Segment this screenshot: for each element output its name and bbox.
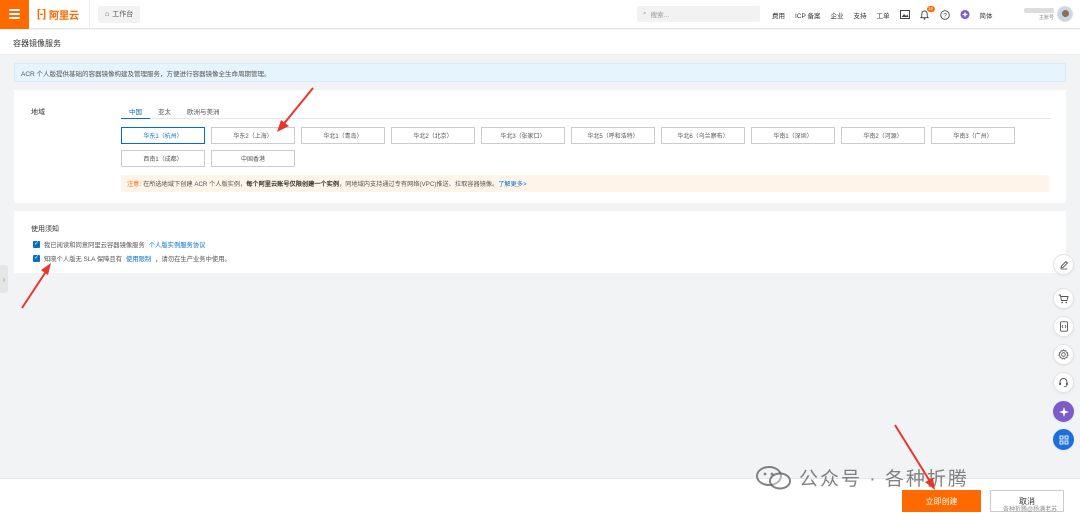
customer-service-icon[interactable]: [1053, 372, 1074, 393]
info-banner-text: ACR 个人版提供基础的容器镜像构建及管理服务，方便进行容器镜像全生命周期管理。: [21, 70, 271, 78]
region-options: 华东1（杭州） 华东2（上海） 华北1（青岛） 华北2（北京） 华北3（张家口）…: [121, 127, 1056, 167]
region-option-hangzhou[interactable]: 华东1（杭州）: [121, 127, 205, 144]
region-section: 地域 中国 亚太 欧洲与美洲 华东1（杭州） 华东2（上海） 华北1（青岛） 华…: [14, 90, 1066, 203]
watermark: 公众号 · 各种折腾: [755, 464, 969, 491]
create-now-button[interactable]: 立即创建: [902, 490, 981, 512]
region-note: 注意: 在所选地域下创建 ACR 个人版实例， 每个阿里云账号仅限创建一个实例 …: [121, 175, 1049, 192]
image-icon[interactable]: [899, 10, 910, 20]
edit-icon[interactable]: [1053, 254, 1074, 275]
region-option-qingdao[interactable]: 华北1（青岛）: [301, 127, 385, 144]
watermark-text: 公众号 · 各种折腾: [799, 469, 969, 490]
note-bold: 每个阿里云账号仅限创建一个实例: [246, 181, 340, 188]
sidebar-expand-icon[interactable]: ›: [0, 265, 8, 293]
page-header: 容器镜像服务: [0, 30, 1080, 55]
region-label: 地域: [31, 109, 45, 116]
agreement-link[interactable]: 个人版实例服务协议: [149, 240, 206, 249]
workbench-label: 工作台: [112, 11, 134, 18]
region-option-shenzhen[interactable]: 华南1（深圳）: [751, 127, 835, 144]
region-option-wulanchabu[interactable]: 华北6（乌兰察布）: [661, 127, 745, 144]
sla-text-suffix: ，请勿在生产业务中使用。: [155, 256, 231, 263]
region-option-shanghai[interactable]: 华东2（上海）: [211, 127, 295, 144]
notification-badge: 19: [926, 5, 935, 12]
notice-title: 使用须知: [31, 226, 59, 233]
region-tabs: 中国 亚太 欧洲与美洲: [121, 103, 1051, 119]
tab-china[interactable]: 中国: [121, 103, 150, 119]
agreement-checkbox[interactable]: ✓: [33, 241, 40, 248]
agreement-text: 我已阅读和同意阿里云容器镜像服务: [44, 242, 145, 249]
arrow-to-sla-checkbox: [21, 269, 48, 309]
agreement-checkbox-row[interactable]: ✓ 我已阅读和同意阿里云容器镜像服务 个人版实例服务协议: [33, 240, 205, 249]
aliyun-logo[interactable]: [-] 阿里云: [37, 0, 90, 29]
region-option-huhehaote[interactable]: 华北5（呼和浩特）: [571, 127, 655, 144]
info-banner: ACR 个人版提供基础的容器镜像构建及管理服务，方便进行容器镜像全生命周期管理。: [14, 63, 1066, 82]
cart-icon[interactable]: [1053, 288, 1074, 309]
sla-checkbox-row[interactable]: ✓ 知晓个人版无 SLA 保障且有 使用限制 ，请勿在生产业务中使用。: [33, 254, 231, 263]
help-icon[interactable]: ?: [939, 9, 950, 20]
search-placeholder: 搜索...: [650, 12, 670, 19]
search-input[interactable]: ⌕ 搜索...: [637, 6, 760, 22]
tab-europe-americas[interactable]: 欧洲与美洲: [179, 103, 228, 119]
avatar[interactable]: [1057, 6, 1073, 22]
logo-mark-icon: [-]: [37, 8, 46, 20]
nav-link-icp[interactable]: ICP 备案: [795, 10, 821, 20]
settings-icon[interactable]: [1053, 344, 1074, 365]
menu-icon[interactable]: [0, 0, 29, 29]
ai-assistant-float-icon[interactable]: [1053, 401, 1074, 422]
note-prefix: 注意:: [127, 181, 142, 188]
account-role: 主账号: [1038, 15, 1054, 21]
region-option-guangzhou[interactable]: 华南3（广州）: [931, 127, 1015, 144]
nav-link-support[interactable]: 支持: [854, 10, 867, 20]
note-text-1: 在所选地域下创建 ACR 个人版实例，: [143, 181, 247, 188]
tab-asia-pacific[interactable]: 亚太: [150, 103, 179, 119]
region-option-hongkong[interactable]: 中国香港: [211, 150, 295, 167]
account-name-blurred: [1024, 8, 1054, 13]
watermark-subtext: 各种折腾@杨满老苏: [1003, 507, 1058, 513]
search-icon: ⌕: [643, 10, 647, 17]
language-switch[interactable]: 简体: [980, 10, 993, 20]
nav-link-enterprise[interactable]: 企业: [831, 10, 844, 20]
sla-text-prefix: 知晓个人版无 SLA 保障且有: [44, 256, 123, 263]
page-title: 容器镜像服务: [13, 39, 61, 48]
nav-link-ticket[interactable]: 工单: [877, 10, 890, 20]
note-text-2: ，同地域内支持通过专有网络(VPC)推送、拉取容器镜像。: [339, 181, 499, 188]
account-info[interactable]: 主账号: [1020, 5, 1054, 25]
top-nav-links: 费用 ICP 备案 企业 支持 工单 19 ? 简体: [772, 0, 993, 29]
wechat-logo-icon: [755, 465, 793, 491]
region-option-zhangjiakou[interactable]: 华北3（张家口）: [481, 127, 565, 144]
region-option-chengdu[interactable]: 西南1（成都）: [121, 150, 205, 167]
logo-text: 阿里云: [49, 10, 79, 22]
code-document-icon[interactable]: [1053, 316, 1074, 337]
bell-icon[interactable]: 19: [920, 5, 935, 20]
learn-more-link[interactable]: 了解更多>: [498, 179, 526, 188]
usage-limit-link[interactable]: 使用限制: [126, 254, 151, 263]
workbench-button[interactable]: ⌂ 工作台: [98, 5, 141, 23]
home-icon: ⌂: [105, 10, 110, 18]
region-option-beijing[interactable]: 华北2（北京）: [391, 127, 475, 144]
sla-checkbox[interactable]: ✓: [33, 255, 40, 262]
ai-assistant-icon[interactable]: [959, 9, 970, 20]
svg-text:?: ?: [943, 12, 947, 19]
nav-link-billing[interactable]: 费用: [772, 10, 785, 20]
apps-grid-icon[interactable]: [1053, 429, 1074, 450]
region-option-heyuan[interactable]: 华南2（河源）: [841, 127, 925, 144]
usage-notice-section: 使用须知 ✓ 我已阅读和同意阿里云容器镜像服务 个人版实例服务协议 ✓ 知晓个人…: [14, 211, 1066, 273]
